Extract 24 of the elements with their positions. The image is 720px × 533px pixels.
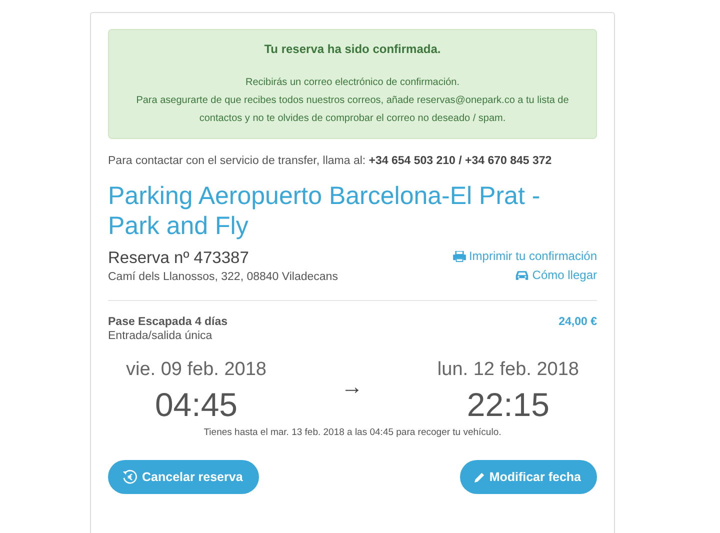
alert-title: Tu reserva ha sido confirmada. [263, 42, 442, 56]
modify-button[interactable]: Modificar fecha [460, 460, 597, 494]
pencil-icon [474, 472, 486, 482]
date-text: lun. 12 feb. 2018 [437, 358, 579, 382]
alert-text: Para asegurarte de que recibes todos nuestros correos, añade reservas@onepark.co a tu lista de contactos y no te olvides de comprobar el correo no deseado / spam. [135, 94, 570, 126]
time-text: 22:15 [466, 385, 550, 425]
time-text: 04:45 [154, 385, 239, 425]
print-link[interactable]: Imprimir tu confirmación [452, 249, 597, 263]
cancel-button[interactable]: Cancelar reserva [108, 460, 259, 494]
date-text: vie. 09 feb. 2018 [126, 358, 266, 382]
product-detail: Entrada/salida única [108, 330, 214, 342]
printer-icon [452, 250, 466, 262]
contact-text: Para contactar con el servicio de transfer, llama al: +34 654 503 210 / +34 670 845 372 [108, 155, 553, 167]
address-text: Camí dels Llanossos, 322, 08840 Viladecans [108, 271, 338, 283]
alert-text: Recibirás un correo electrónico de confirmación. [244, 76, 460, 90]
directions-link[interactable]: Cómo llegar [515, 268, 597, 282]
arrow-glyph: → [340, 374, 363, 400]
car-icon [515, 270, 530, 280]
booking-number: Reserva nº 473387 [108, 248, 250, 269]
parking-title: Parking Aeropuerto Barcelona-El Prat - Park and Fly [108, 181, 542, 241]
pickup-note: Tienes hasta el mar. 13 feb. 2018 a las 04:45 para recoger tu vehículo. [202, 427, 502, 438]
price-text: 24,00 € [558, 316, 597, 330]
euro-refund-icon [122, 469, 138, 485]
product-name: Pase Escapada 4 días [108, 316, 228, 328]
